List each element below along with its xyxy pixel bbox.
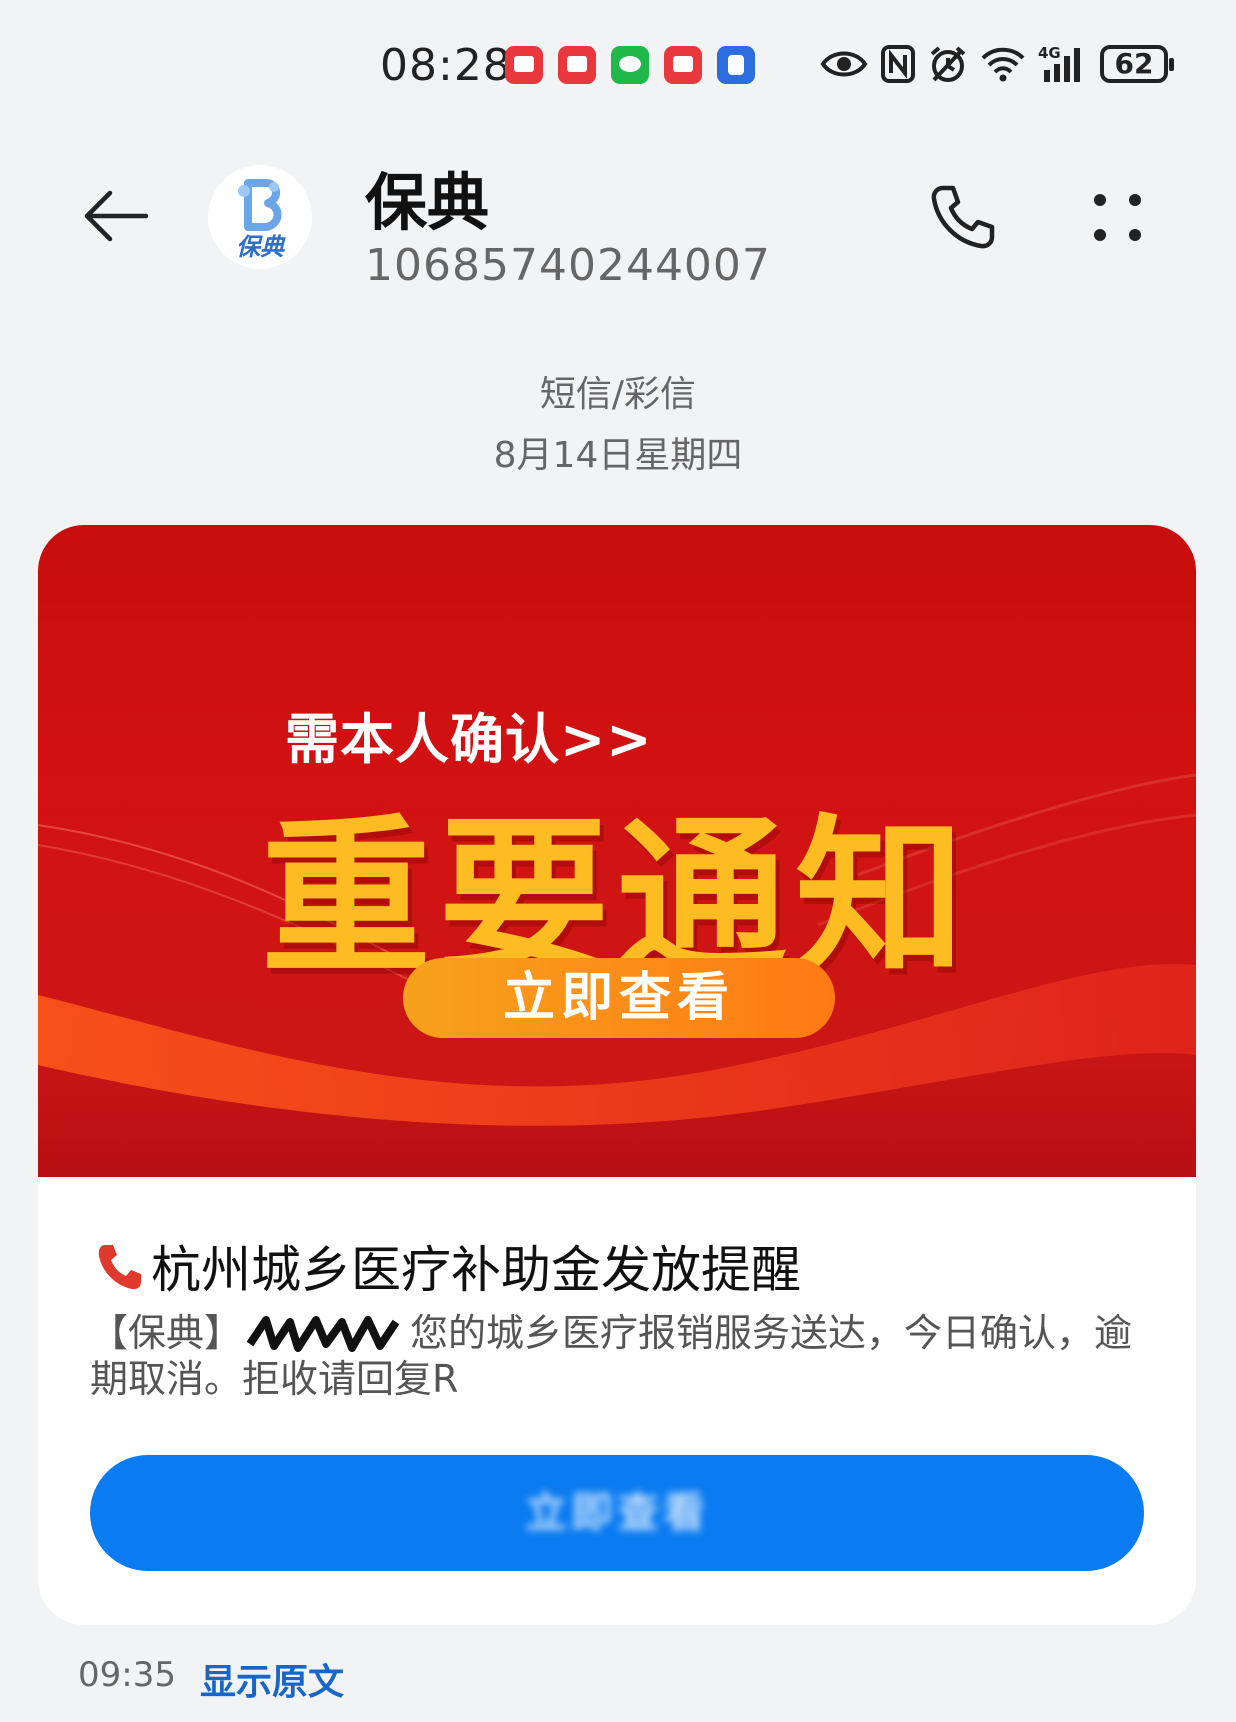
card-title-row: 杭州城乡医疗补助金发放提醒 (93, 1230, 801, 1302)
more-dots-icon (1094, 194, 1141, 241)
phone-icon (931, 185, 995, 249)
nfc-icon (881, 45, 915, 83)
blue-app-icon (717, 46, 755, 84)
message-body: 【保典】 您的城乡医疗报销服务送达，今日确认，逾期取消。拒收请回复R (90, 1310, 1150, 1402)
notification-icons (505, 46, 755, 84)
svg-text:4G: 4G (1038, 44, 1061, 62)
status-bar: 08:28 4G 62 (0, 0, 1236, 130)
wifi-icon (981, 47, 1025, 82)
battery-indicator: 62 (1100, 45, 1174, 83)
contact-number: 10685740244007 (365, 240, 771, 291)
body-prefix: 【保典】 (90, 1311, 243, 1355)
conversation-header: 保典 保典 10685740244007 (0, 130, 1236, 320)
primary-action-button[interactable]: 立即查看 (90, 1455, 1144, 1571)
back-button[interactable] (80, 180, 152, 252)
red-app-icon (664, 46, 702, 84)
arrow-left-icon (84, 190, 149, 242)
wechat-icon (611, 46, 649, 84)
card-title: 杭州城乡医疗补助金发放提醒 (151, 1241, 801, 1299)
contact-name: 保典 (365, 166, 490, 239)
contact-avatar[interactable]: 保典 (208, 165, 312, 269)
alarm-icon (930, 46, 966, 82)
system-icons: 4G 62 (820, 44, 1174, 84)
red-app-icon (558, 46, 596, 84)
promo-banner[interactable]: 需本人确认>> 重要通知 立即查看 (38, 525, 1196, 1177)
banner-view-button[interactable]: 立即查看 (403, 958, 835, 1038)
avatar-text: 保典 (236, 233, 284, 261)
message-type-label: 短信/彩信 (539, 374, 697, 415)
telephone-receiver-icon (98, 1245, 141, 1290)
status-time: 08:28 (380, 40, 512, 91)
message-timestamp: 09:35 (78, 1655, 176, 1695)
rich-message-card[interactable]: 需本人确认>> 重要通知 立即查看 杭州城乡医疗补助金发放提醒 【保典】 您的城… (38, 525, 1196, 1625)
redaction-scribble (246, 1316, 400, 1352)
call-button[interactable] (925, 180, 1000, 255)
primary-action-label: 立即查看 (524, 1488, 709, 1537)
more-options-button[interactable] (1085, 185, 1155, 255)
show-original-link[interactable]: 显示原文 (200, 1653, 344, 1705)
red-app-icon (505, 46, 543, 84)
signal-4g-icon: 4G (1038, 44, 1080, 82)
date-divider: 8月14日星期四 (493, 435, 743, 476)
eye-icon (820, 51, 868, 77)
